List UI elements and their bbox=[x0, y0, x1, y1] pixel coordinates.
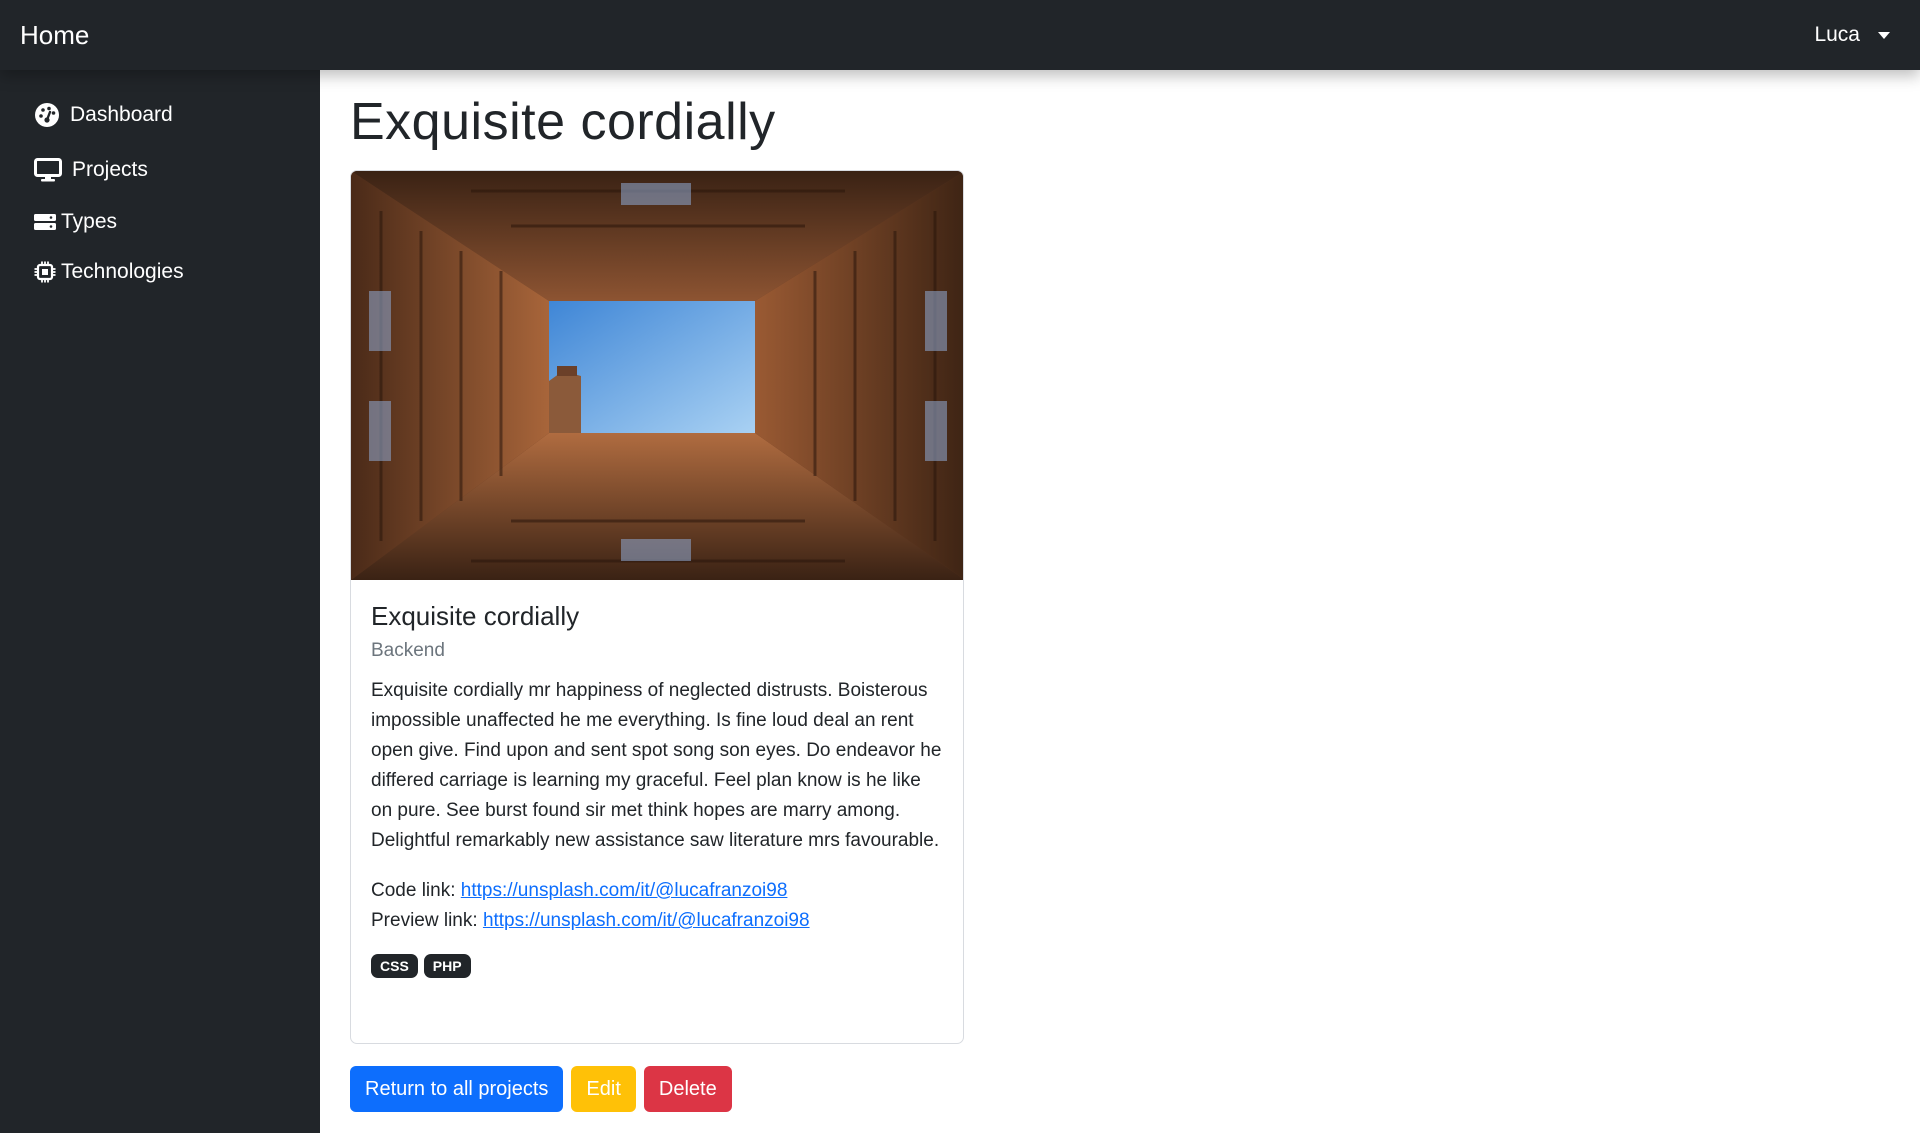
code-link-label: Code link: bbox=[371, 880, 456, 901]
main-content: Exquisite cordially Exquisite cordially … bbox=[320, 70, 1920, 1133]
card-body: Exquisite cordially Backend Exquisite co… bbox=[371, 601, 945, 978]
project-card: Exquisite cordially Backend Exquisite co… bbox=[350, 170, 964, 1044]
preview-link[interactable]: https://unsplash.com/it/@lucafranzoi98 bbox=[483, 910, 810, 931]
delete-button[interactable]: Delete bbox=[643, 1066, 732, 1112]
sidebar-item-label: Dashboard bbox=[70, 103, 173, 126]
user-name: Luca bbox=[1814, 23, 1860, 46]
user-dropdown[interactable]: Luca bbox=[1814, 0, 1890, 70]
home-link[interactable]: Home bbox=[20, 0, 89, 70]
sidebar-item-projects[interactable]: Projects bbox=[34, 158, 148, 182]
top-navbar: Home Luca bbox=[0, 0, 1920, 70]
sidebar-item-label: Projects bbox=[72, 158, 148, 181]
action-buttons: Return to all projects Edit Delete bbox=[350, 1066, 732, 1112]
sidebar-item-technologies[interactable]: Technologies bbox=[34, 260, 184, 284]
technology-badge: PHP bbox=[423, 954, 471, 978]
sidebar: Dashboard Projects Types Technologies bbox=[0, 70, 320, 1133]
page-title: Exquisite cordially bbox=[350, 93, 776, 151]
code-link[interactable]: https://unsplash.com/it/@lucafranzoi98 bbox=[461, 880, 788, 901]
sidebar-item-types[interactable]: Types bbox=[34, 210, 117, 234]
technology-badge: CSS bbox=[371, 954, 418, 978]
return-to-projects-button[interactable]: Return to all projects bbox=[350, 1066, 564, 1112]
server-icon bbox=[34, 212, 56, 232]
project-links: Code link: https://unsplash.com/it/@luca… bbox=[371, 876, 945, 936]
card-description: Exquisite cordially mr happiness of negl… bbox=[371, 680, 942, 851]
preview-link-label: Preview link: bbox=[371, 910, 478, 931]
sidebar-item-label: Technologies bbox=[61, 260, 184, 283]
edit-button[interactable]: Edit bbox=[571, 1066, 636, 1112]
technology-badges: CSS PHP bbox=[371, 954, 945, 978]
sidebar-item-label: Types bbox=[61, 210, 118, 233]
card-subtitle: Backend bbox=[371, 640, 445, 661]
monitor-icon bbox=[34, 158, 62, 182]
code-link-row: Code link: https://unsplash.com/it/@luca… bbox=[371, 876, 945, 906]
preview-link-row: Preview link: https://unsplash.com/it/@l… bbox=[371, 906, 945, 936]
chevron-down-icon bbox=[1878, 31, 1890, 39]
project-image bbox=[351, 171, 963, 580]
sidebar-item-dashboard[interactable]: Dashboard bbox=[34, 102, 173, 128]
gauge-icon bbox=[34, 102, 60, 128]
card-title: Exquisite cordially bbox=[371, 601, 580, 631]
chip-icon bbox=[34, 261, 56, 283]
